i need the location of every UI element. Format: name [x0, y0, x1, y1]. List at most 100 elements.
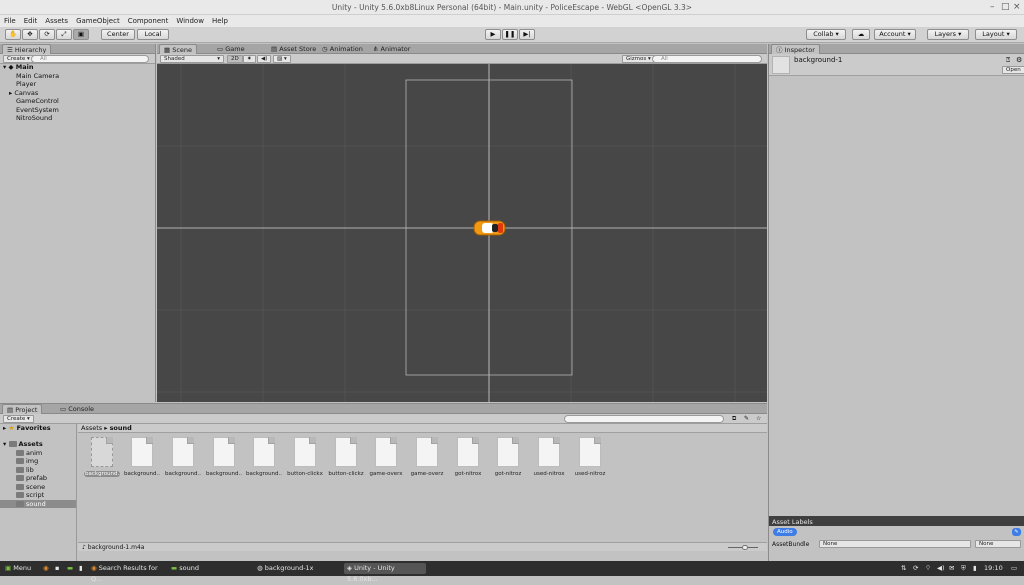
wifi-tray-icon[interactable]: ⌔ — [922, 563, 932, 574]
chat-tray-icon[interactable]: ✉ — [946, 563, 956, 574]
asset-item[interactable]: button-clickx — [287, 437, 323, 477]
folder-anim[interactable]: anim — [16, 449, 42, 458]
step-button[interactable]: ▶| — [519, 29, 535, 40]
asset-item[interactable]: got-nitrox — [450, 437, 486, 477]
assets-root-row[interactable]: ▾ Assets — [3, 440, 43, 449]
hierarchy-item-nitrosound[interactable]: NitroSound — [16, 114, 52, 123]
hierarchy-item-canvas[interactable]: ▸ Canvas — [9, 89, 38, 98]
shading-mode-dropdown[interactable]: Shaded ▾ — [160, 55, 224, 63]
open-button[interactable]: Open — [1002, 66, 1024, 74]
lighting-toggle[interactable]: ✷ — [243, 55, 256, 63]
collab-dropdown[interactable]: Collab ▾ — [806, 29, 846, 40]
asset-item[interactable]: background... — [165, 437, 201, 477]
breadcrumb-sound[interactable]: sound — [110, 424, 132, 432]
tab-animation[interactable]: ◷ Animation — [318, 44, 367, 54]
folder-img[interactable]: img — [16, 457, 38, 466]
show-desktop-icon[interactable]: ▭ — [1008, 563, 1020, 574]
asset-item[interactable]: background... — [206, 437, 242, 477]
assetbundle-variant-dropdown[interactable]: None — [975, 540, 1021, 548]
task-search-results[interactable]: ◉ Search Results for Q... — [88, 563, 166, 583]
audio-toggle[interactable]: ◀) — [257, 55, 272, 63]
tab-console[interactable]: ▭ Console — [56, 404, 98, 414]
update-tray-icon[interactable]: ⟳ — [910, 563, 920, 574]
menu-window[interactable]: Window — [172, 15, 208, 27]
hierarchy-search-input[interactable]: All — [31, 55, 149, 63]
asset-item[interactable]: game-overx — [368, 437, 404, 477]
minimize-icon[interactable]: – — [990, 0, 995, 15]
close-icon[interactable]: × — [1013, 0, 1021, 15]
tab-asset-store[interactable]: ▤ Asset Store — [267, 44, 320, 54]
maximize-icon[interactable]: □ — [1001, 0, 1010, 15]
scene-search-input[interactable]: All — [652, 55, 762, 63]
asset-item[interactable]: game-overz — [409, 437, 445, 477]
folder-scene[interactable]: scene — [16, 483, 45, 492]
folder-prefab[interactable]: prefab — [16, 474, 47, 483]
favorites-row[interactable]: ▸ ★ Favorites — [3, 424, 51, 433]
asset-item-background-1[interactable]: background... — [84, 437, 120, 477]
folder-sound[interactable]: sound — [0, 499, 76, 508]
scene-root-row[interactable]: ▾ ◆ Main — [3, 63, 34, 72]
asset-item[interactable]: got-nitroz — [490, 437, 526, 477]
volume-tray-icon[interactable]: ◀) — [934, 563, 945, 574]
scene-viewport[interactable] — [157, 64, 767, 402]
pause-button[interactable]: ❚❚ — [502, 29, 518, 40]
filter-by-label-icon[interactable]: ✎ — [744, 415, 749, 422]
task-sound-folder[interactable]: ▬ sound — [168, 563, 250, 574]
tab-hierarchy[interactable]: ☰ Hierarchy — [2, 44, 52, 54]
filter-by-type-icon[interactable]: ⧉ — [732, 415, 736, 423]
menu-file[interactable]: File — [0, 15, 20, 27]
hierarchy-item-eventsystem[interactable]: EventSystem — [16, 106, 59, 115]
asset-item[interactable]: used-nitrox — [531, 437, 567, 477]
effects-dropdown[interactable]: ▨ ▾ — [273, 55, 291, 63]
battery-tray-icon[interactable]: ▮ — [970, 563, 980, 574]
rotate-tool-button[interactable]: ⟳ — [39, 29, 55, 40]
hierarchy-item-main-camera[interactable]: Main Camera — [16, 72, 59, 81]
cloud-button[interactable]: ☁ — [852, 29, 870, 40]
label-tag-icon[interactable]: ✎ — [1012, 528, 1021, 536]
tab-scene[interactable]: ▦ Scene — [159, 44, 198, 54]
tab-inspector[interactable]: ⓘ Inspector — [771, 44, 820, 54]
terminal-launcher-icon[interactable]: ▮ — [76, 563, 86, 574]
asset-item[interactable]: button-clickz — [328, 437, 364, 477]
network-tray-icon[interactable]: ⇅ — [898, 563, 908, 574]
hierarchy-item-gamecontrol[interactable]: GameControl — [16, 97, 59, 106]
layout-dropdown[interactable]: Layout ▾ — [975, 29, 1017, 40]
assetbundle-name-dropdown[interactable]: None — [819, 540, 971, 548]
task-background-file[interactable]: ◍ background-1x — [254, 563, 342, 574]
play-button[interactable]: ▶ — [485, 29, 501, 40]
hierarchy-create-button[interactable]: Create ▾ — [3, 55, 34, 63]
gizmos-dropdown[interactable]: Gizmos ▾ — [622, 55, 655, 63]
scale-tool-button[interactable]: ⤢ — [56, 29, 72, 40]
rect-tool-button[interactable]: ▣ — [73, 29, 89, 40]
project-search-input[interactable] — [564, 415, 724, 423]
hierarchy-item-player[interactable]: Player — [16, 80, 36, 89]
folder-lib[interactable]: lib — [16, 466, 34, 475]
menu-help[interactable]: Help — [208, 15, 232, 27]
layers-dropdown[interactable]: Layers ▾ — [927, 29, 969, 40]
audio-label-tag[interactable]: Audio — [773, 528, 797, 536]
favorite-star-icon[interactable]: ☆ — [756, 415, 761, 422]
tab-project[interactable]: ▤ Project — [2, 404, 43, 414]
pivot-local-button[interactable]: Local — [137, 29, 169, 40]
project-create-button[interactable]: Create ▾ — [3, 415, 34, 423]
asset-item[interactable]: background... — [124, 437, 160, 477]
tab-animator[interactable]: ⋔ Animator — [369, 44, 414, 54]
asset-item[interactable]: used-nitroz — [572, 437, 608, 477]
clock[interactable]: 19:10 — [981, 563, 1007, 574]
asset-item[interactable]: background... — [246, 437, 282, 477]
settings-icon[interactable]: ⚙ — [1016, 56, 1022, 64]
launcher-icon-1[interactable]: ◉ — [40, 563, 50, 574]
move-tool-button[interactable]: ✥ — [22, 29, 38, 40]
start-menu-button[interactable]: ▣ Menu — [2, 563, 38, 574]
account-dropdown[interactable]: Account ▾ — [874, 29, 916, 40]
breadcrumb-assets[interactable]: Assets — [81, 424, 102, 432]
menu-gameobject[interactable]: GameObject — [72, 15, 124, 27]
launcher-icon-2[interactable]: ▪ — [52, 563, 62, 574]
zoom-slider-thumb[interactable] — [742, 545, 748, 550]
pivot-center-button[interactable]: Center — [101, 29, 135, 40]
help-icon[interactable]: ⍰ — [1006, 56, 1010, 65]
folder-launcher-icon[interactable]: ▬ — [64, 563, 74, 574]
tab-game[interactable]: ▭ Game — [213, 44, 249, 54]
menu-edit[interactable]: Edit — [20, 15, 42, 27]
task-unity[interactable]: ◈ Unity - Unity 5.6.0xb... — [344, 563, 426, 583]
